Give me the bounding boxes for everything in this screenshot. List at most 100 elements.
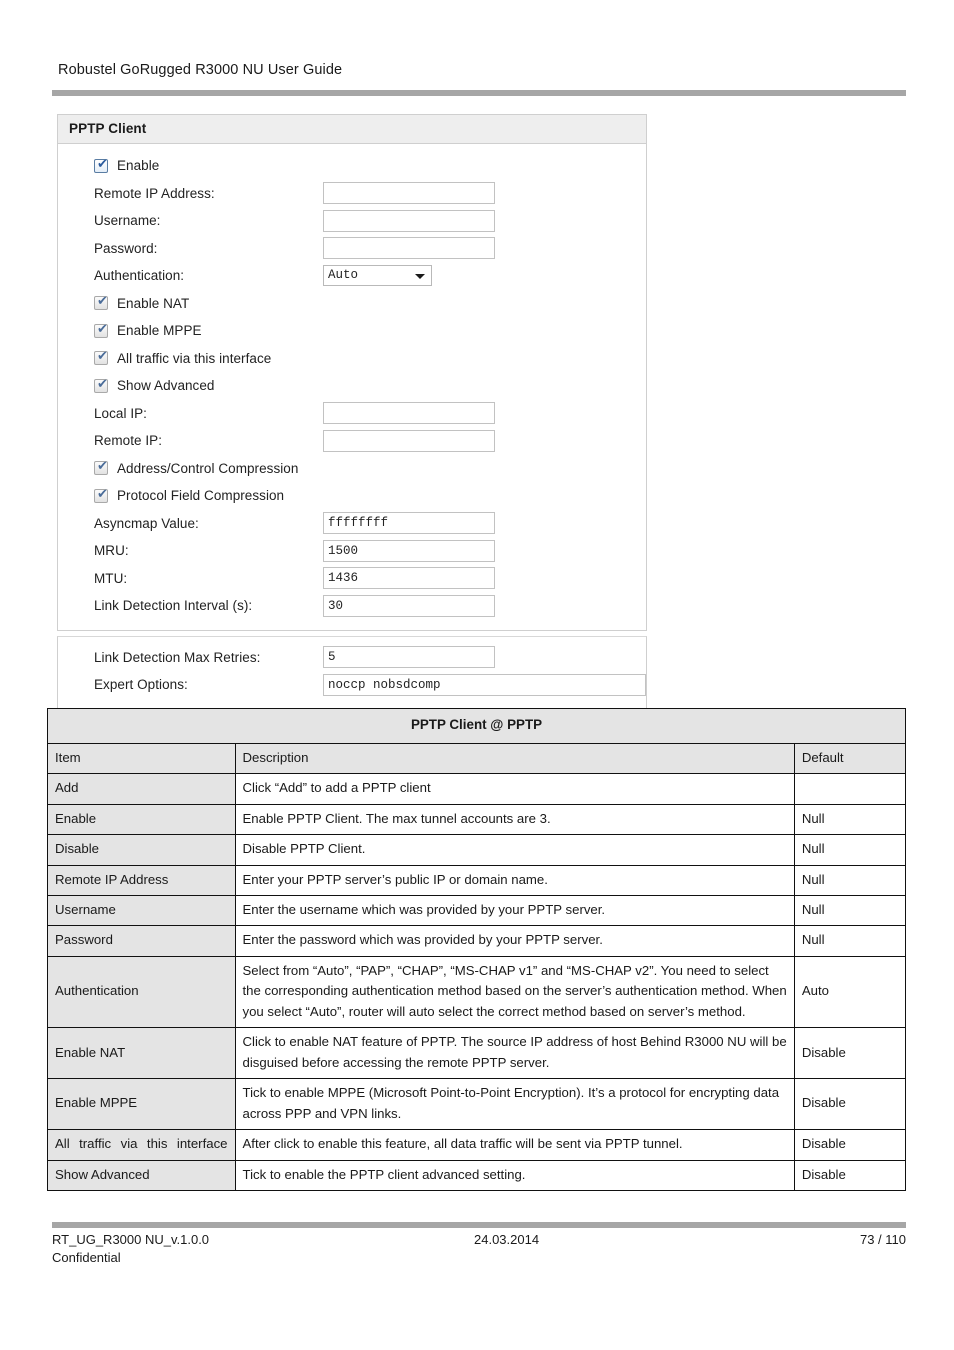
row-item: Remote IP Address — [47, 864, 236, 897]
local-ip-input[interactable] — [323, 402, 495, 425]
authentication-selected-value: Auto — [328, 268, 359, 283]
show-advanced-checkbox[interactable]: ✔ — [94, 376, 108, 393]
pptp-client-screenshot: PPTP Client ✔ Enable Remote IP Address: … — [57, 114, 647, 709]
username-input[interactable] — [323, 209, 495, 232]
document-header: Robustel GoRugged R3000 NU User Guide — [58, 62, 908, 78]
address-control-compression-label: Address/Control Compression — [117, 460, 299, 476]
protocol-field-compression-checkbox[interactable]: ✔ — [94, 487, 108, 503]
remote-ip-address-input[interactable] — [323, 182, 495, 205]
row-default: Auto — [793, 955, 907, 1029]
table-row: Remote IP Address Enter your PPTP server… — [47, 864, 907, 897]
link-detection-interval-label: Link Detection Interval (s): — [94, 598, 253, 614]
table-row: Username Enter the username which was pr… — [47, 895, 907, 927]
remote-ip-row: Remote IP: — [58, 427, 646, 455]
enable-mppe-checkbox[interactable]: ✔ — [94, 322, 108, 338]
all-traffic-checkbox[interactable]: ✔ — [94, 349, 108, 366]
mru-row: MRU: 1500 — [58, 537, 646, 565]
panel-body: ✔ Enable Remote IP Address: Username: Pa… — [58, 144, 646, 630]
row-description: Enter the password which was provided by… — [234, 925, 795, 957]
mtu-row: MTU: 1436 — [58, 565, 646, 593]
row-description: Select from “Auto”, “PAP”, “CHAP”, “MS-C… — [234, 955, 795, 1029]
row-item: Authentication — [47, 955, 236, 1029]
link-detection-max-retries-row: Link Detection Max Retries: 5 — [58, 644, 646, 672]
footer-confidentiality: Confidential — [52, 1250, 121, 1265]
table-row: Enable MPPE Tick to enable MPPE (Microso… — [47, 1078, 907, 1131]
table-row: Enable NAT Click to enable NAT feature o… — [47, 1027, 907, 1080]
check-icon: ✔ — [97, 349, 108, 365]
authentication-select[interactable]: Auto — [323, 265, 432, 287]
row-description: Click “Add” to add a PPTP client — [234, 773, 795, 805]
document-footer: RT_UG_R3000 NU_v.1.0.0 24.03.2014 73 / 1… — [52, 1232, 906, 1265]
column-header-item: Item — [47, 742, 236, 775]
row-item: Enable — [47, 803, 236, 836]
enable-row[interactable]: ✔ Enable — [58, 152, 646, 180]
row-default: Null — [793, 864, 907, 897]
protocol-field-compression-row[interactable]: ✔ Protocol Field Compression — [58, 482, 646, 510]
table-row: Password Enter the password which was pr… — [47, 925, 907, 957]
row-item: Username — [47, 895, 236, 927]
remote-ip-input[interactable] — [323, 429, 495, 452]
all-traffic-row[interactable]: ✔ All traffic via this interface — [58, 345, 646, 373]
authentication-row: Authentication: Auto — [58, 262, 646, 290]
check-icon: ✔ — [97, 376, 108, 392]
header-divider — [52, 90, 906, 96]
enable-checkbox[interactable]: ✔ — [94, 156, 108, 173]
row-default: Null — [793, 925, 907, 957]
check-icon: ✔ — [97, 156, 108, 172]
row-description: Click to enable NAT feature of PPTP. The… — [234, 1027, 795, 1080]
mtu-input[interactable]: 1436 — [323, 567, 495, 590]
remote-ip-address-row: Remote IP Address: — [58, 180, 646, 208]
row-default: Disable — [793, 1078, 907, 1131]
panel-title: PPTP Client — [58, 115, 646, 144]
local-ip-row: Local IP: — [58, 400, 646, 428]
row-default: Null — [793, 834, 907, 866]
link-detection-max-retries-label: Link Detection Max Retries: — [94, 649, 261, 665]
expert-options-label: Expert Options: — [94, 677, 188, 693]
table-row: Add Click “Add” to add a PPTP client — [47, 773, 907, 805]
enable-mppe-label: Enable MPPE — [117, 323, 202, 339]
link-detection-interval-row: Link Detection Interval (s): 30 — [58, 592, 646, 620]
row-item: Enable NAT — [47, 1027, 236, 1080]
link-detection-max-retries-input[interactable]: 5 — [323, 646, 495, 669]
table-row: Enable Enable PPTP Client. The max tunne… — [47, 803, 907, 836]
row-default: Disable — [793, 1027, 907, 1080]
row-default: Null — [793, 895, 907, 927]
expert-options-input[interactable]: noccp nobsdcomp — [323, 673, 646, 696]
password-input[interactable] — [323, 237, 495, 260]
enable-nat-row[interactable]: ✔ Enable NAT — [58, 290, 646, 318]
row-item: All traffic via this interface — [47, 1129, 236, 1161]
remote-ip-label: Remote IP: — [94, 433, 163, 449]
table-title-row: PPTP Client @ PPTP — [47, 708, 906, 744]
table-row: Show Advanced Tick to enable the PPTP cl… — [47, 1159, 907, 1192]
pptp-client-panel-continued: Link Detection Max Retries: 5 Expert Opt… — [57, 635, 647, 709]
footer-divider — [52, 1222, 906, 1228]
enable-mppe-row[interactable]: ✔ Enable MPPE — [58, 317, 646, 345]
address-control-compression-checkbox[interactable]: ✔ — [94, 460, 108, 476]
pptp-client-reference-table: PPTP Client @ PPTP Item Description Defa… — [47, 708, 907, 1192]
show-advanced-row[interactable]: ✔ Show Advanced — [58, 372, 646, 400]
enable-label: Enable — [117, 158, 160, 174]
row-item: Add — [47, 773, 236, 805]
mtu-label: MTU: — [94, 570, 128, 586]
row-item: Password — [47, 925, 236, 957]
mru-input[interactable]: 1500 — [323, 539, 495, 562]
footer-primary-line: RT_UG_R3000 NU_v.1.0.0 24.03.2014 73 / 1… — [52, 1232, 906, 1247]
table-header-row: Item Description Default — [47, 742, 907, 775]
expert-options-row: Expert Options: noccp nobsdcomp — [58, 671, 646, 699]
row-description: Tick to enable the PPTP client advanced … — [234, 1159, 795, 1192]
username-row: Username: — [58, 207, 646, 235]
footer-document-id: RT_UG_R3000 NU_v.1.0.0 — [52, 1232, 210, 1247]
column-header-description: Description — [234, 742, 795, 775]
footer-date: 24.03.2014 — [474, 1232, 540, 1247]
asyncmap-value-input[interactable]: ffffffff — [323, 512, 495, 535]
enable-nat-checkbox[interactable]: ✔ — [94, 295, 108, 311]
address-control-compression-row[interactable]: ✔ Address/Control Compression — [58, 455, 646, 483]
password-label: Password: — [94, 240, 158, 256]
link-detection-interval-input[interactable]: 30 — [323, 594, 495, 617]
enable-nat-label: Enable NAT — [117, 295, 190, 311]
table-row: All traffic via this interface After cli… — [47, 1129, 907, 1161]
row-default: Disable — [793, 1159, 907, 1192]
table-row: Disable Disable PPTP Client. Null — [47, 834, 907, 866]
row-description: Tick to enable MPPE (Microsoft Point-to-… — [234, 1078, 795, 1131]
all-traffic-label: All traffic via this interface — [117, 350, 272, 366]
